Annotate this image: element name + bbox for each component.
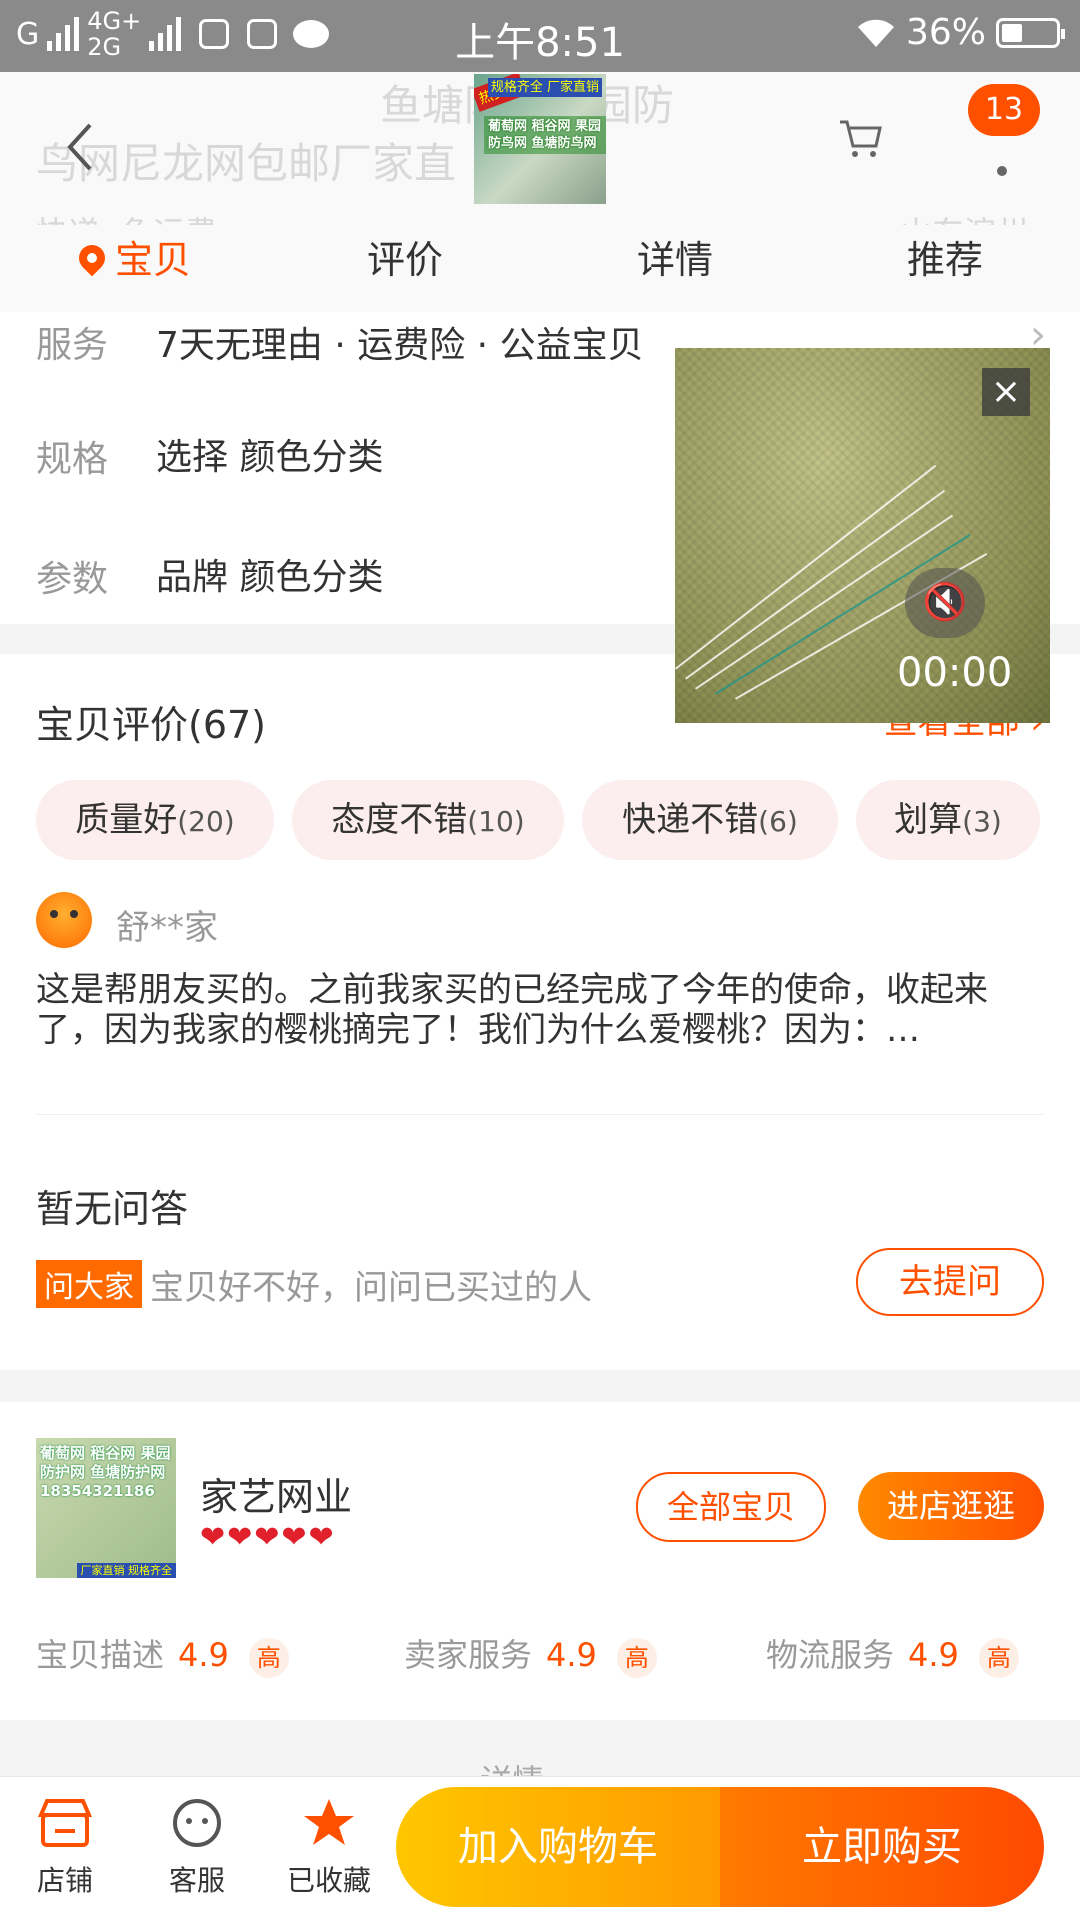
buy-now-button[interactable]: 立即购买 bbox=[720, 1787, 1044, 1907]
shop-logo[interactable]: 葡萄网 稻谷网 果园防护网 鱼塘防护网 18354321186 厂家直销 规格齐… bbox=[36, 1438, 176, 1578]
service-label: 服务 bbox=[36, 325, 109, 366]
battery-icon bbox=[996, 17, 1065, 48]
review-tag-chip[interactable]: 快递不错(6) bbox=[582, 780, 838, 860]
score-logistics: 物流服务 4.9 高 bbox=[766, 1630, 1019, 1678]
reviews-card: 宝贝评价(67) 查看全部 › 质量好(20) 态度不错(10) 快递不错(6)… bbox=[0, 654, 1080, 1370]
battery-percent: 36% bbox=[905, 12, 986, 53]
mute-icon[interactable]: 🔇 bbox=[905, 568, 985, 638]
status-right: 36% bbox=[856, 12, 1065, 53]
tab-details[interactable]: 详情 bbox=[540, 225, 810, 313]
section-tabs: 宝贝 评价 详情 推荐 bbox=[0, 225, 1080, 313]
close-video-button[interactable]: × bbox=[982, 368, 1030, 416]
shop-name[interactable]: 家艺网业 bbox=[200, 1466, 352, 1521]
video-time: 00:00 bbox=[897, 650, 1013, 696]
shop-rating-hearts: ❤❤❤❤❤ bbox=[200, 1520, 336, 1555]
wifi-icon bbox=[857, 19, 894, 47]
bottom-action-bar: 店铺 客服 已收藏 加入购物车 立即购买 bbox=[0, 1776, 1080, 1921]
divider bbox=[36, 1114, 1044, 1115]
store-icon bbox=[37, 1799, 93, 1847]
qa-title: 暂无问答 bbox=[36, 1187, 189, 1231]
all-items-button[interactable]: 全部宝贝 bbox=[636, 1472, 826, 1542]
reviewer-name: 舒**家 bbox=[116, 908, 218, 948]
favorite-button[interactable]: 已收藏 bbox=[274, 1797, 384, 1899]
spec-label: 规格 bbox=[36, 439, 109, 480]
shop-nav-button[interactable]: 店铺 bbox=[10, 1797, 120, 1899]
review-tag-chip[interactable]: 态度不错(10) bbox=[292, 780, 564, 860]
tab-reviews[interactable]: 评价 bbox=[270, 225, 540, 313]
spec-badge: 规格齐全 厂家直销 bbox=[487, 78, 602, 97]
floating-video-player[interactable]: × 🔇 00:00 bbox=[675, 348, 1050, 723]
score-service: 卖家服务 4.9 高 bbox=[404, 1630, 657, 1678]
star-icon bbox=[304, 1799, 354, 1845]
status-bar: G 4G+ 2G 上午8:51 36% bbox=[0, 0, 1080, 72]
service-value: 7天无理由 · 运费险 · 公益宝贝 bbox=[156, 325, 644, 366]
ask-prompt: 宝贝好不好，问问已买过的人 bbox=[150, 1268, 592, 1308]
product-thumbnail[interactable]: 热卖中 规格齐全 厂家直销 葡萄网 稻谷网 果园防鸟网 鱼塘防鸟网 bbox=[474, 74, 606, 204]
ask-everyone-tag: 问大家 bbox=[36, 1260, 142, 1308]
tab-item[interactable]: 宝贝 bbox=[0, 225, 270, 313]
tab-recommend[interactable]: 推荐 bbox=[810, 225, 1080, 313]
shop-card: 葡萄网 稻谷网 果园防护网 鱼塘防护网 18354321186 厂家直销 规格齐… bbox=[0, 1402, 1080, 1720]
thumbnail-text: 葡萄网 稻谷网 果园防鸟网 鱼塘防鸟网 bbox=[484, 116, 606, 154]
reviewer-avatar bbox=[36, 892, 92, 948]
score-description: 宝贝描述 4.9 高 bbox=[36, 1630, 289, 1678]
cart-count-badge: 13 bbox=[968, 84, 1040, 136]
location-pin-icon bbox=[73, 239, 111, 277]
back-arrow-icon bbox=[67, 123, 92, 171]
params-label: 参数 bbox=[36, 559, 109, 600]
review-text[interactable]: 这是帮朋友买的。之前我家买的已经完成了今年的使命，收起来了，因为我家的樱桃摘完了… bbox=[36, 970, 1046, 1050]
reviews-title: 宝贝评价(67) bbox=[36, 703, 267, 747]
visit-shop-button[interactable]: 进店逛逛 bbox=[858, 1472, 1044, 1540]
chat-face-icon bbox=[173, 1799, 221, 1847]
customer-service-button[interactable]: 客服 bbox=[142, 1797, 252, 1899]
ask-question-button[interactable]: 去提问 bbox=[856, 1248, 1044, 1316]
params-value: 品牌 颜色分类 bbox=[156, 557, 384, 598]
review-tag-chip[interactable]: 划算(3) bbox=[856, 780, 1040, 860]
back-button[interactable] bbox=[60, 117, 100, 177]
spec-value: 选择 颜色分类 bbox=[156, 437, 384, 478]
cart-icon[interactable] bbox=[838, 116, 882, 160]
review-tag-chip[interactable]: 质量好(20) bbox=[36, 780, 274, 860]
add-to-cart-button[interactable]: 加入购物车 bbox=[396, 1787, 720, 1907]
